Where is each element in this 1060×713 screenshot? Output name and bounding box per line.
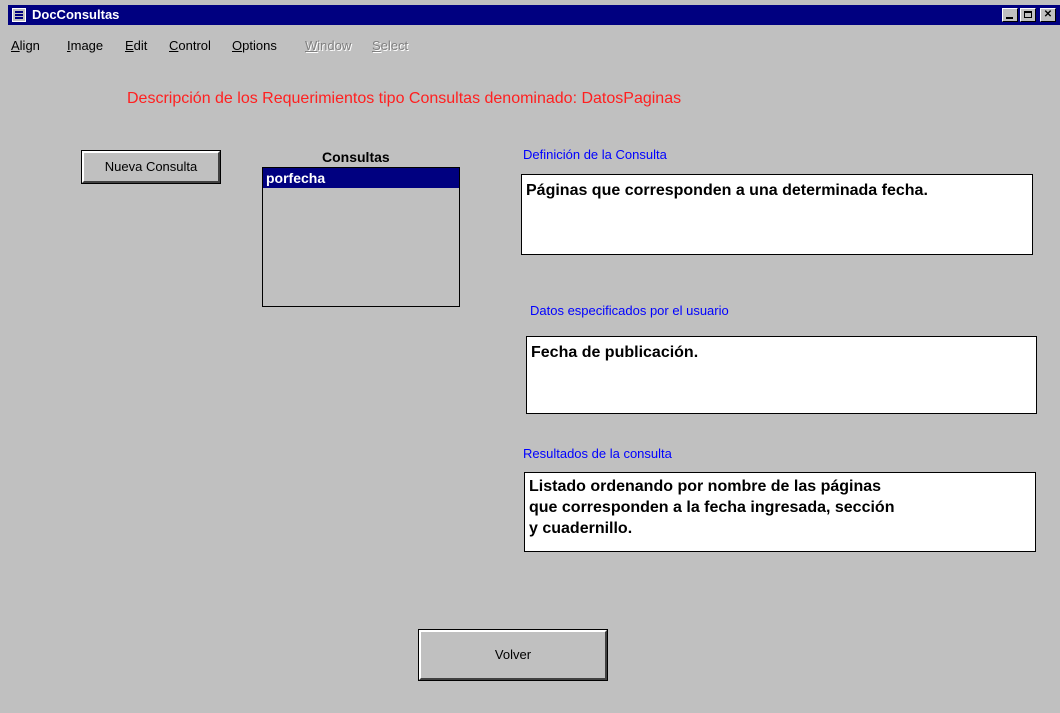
- results-textbox[interactable]: Listado ordenando por nombre de las pági…: [524, 472, 1036, 552]
- back-button[interactable]: Volver: [418, 629, 608, 681]
- window-title: DocConsultas: [32, 7, 120, 22]
- queries-label: Consultas: [322, 149, 390, 165]
- app-window: DocConsultas Align Image Edit Control Op…: [0, 0, 1060, 713]
- menu-bar: Align Image Edit Control Options Window …: [8, 27, 1060, 57]
- minimize-button[interactable]: [1002, 8, 1018, 22]
- window-icon[interactable]: [12, 8, 26, 22]
- definition-label: Definición de la Consulta: [523, 147, 667, 162]
- queries-listbox[interactable]: porfecha: [262, 167, 460, 307]
- user-data-label: Datos especificados por el usuario: [530, 303, 729, 318]
- menu-control[interactable]: Control: [169, 38, 211, 53]
- menu-window: Window: [305, 38, 352, 53]
- new-query-button[interactable]: Nueva Consulta: [81, 150, 221, 184]
- maximize-button[interactable]: [1020, 8, 1036, 22]
- close-button[interactable]: [1040, 8, 1056, 22]
- definition-textbox[interactable]: Páginas que corresponden a una determina…: [521, 174, 1033, 255]
- list-item-porfecha[interactable]: porfecha: [263, 168, 459, 188]
- page-heading: Descripción de los Requerimientos tipo C…: [127, 90, 682, 107]
- menu-align[interactable]: Align: [11, 38, 40, 53]
- menu-edit[interactable]: Edit: [125, 38, 147, 53]
- menu-options[interactable]: Options: [232, 38, 277, 53]
- user-data-textbox[interactable]: Fecha de publicación.: [526, 336, 1037, 414]
- title-bar[interactable]: DocConsultas: [8, 5, 1060, 25]
- menu-image[interactable]: Image: [67, 38, 103, 53]
- menu-select: Select: [372, 38, 409, 53]
- results-label: Resultados de la consulta: [523, 446, 672, 461]
